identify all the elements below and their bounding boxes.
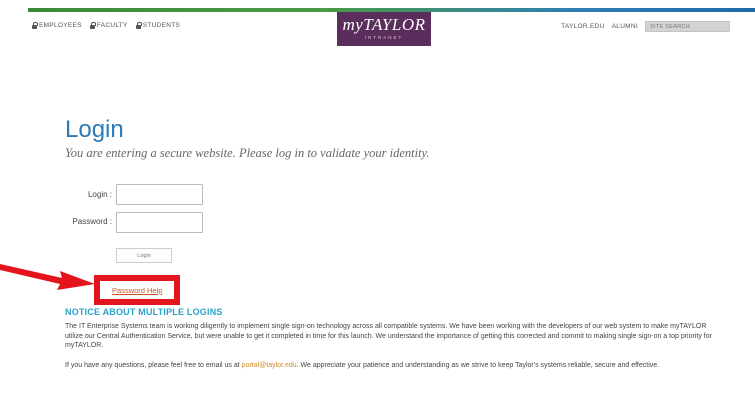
faculty-link-label: FACULTY — [96, 22, 128, 29]
password-help-link[interactable]: Password Help — [112, 286, 162, 295]
login-button[interactable]: Login — [116, 248, 172, 263]
annotation-arrow-icon — [0, 264, 95, 290]
password-label: Password : — [72, 217, 112, 226]
lock-icon — [32, 21, 38, 29]
students-link-label: STUDENTS — [142, 22, 181, 29]
page-title: Login — [65, 116, 124, 143]
right-nav: TAYLOR.EDU ALUMNI — [561, 21, 755, 32]
brand-subtitle: INTRANET — [364, 35, 404, 40]
notice-paragraph: The IT Enterprise Systems team is workin… — [65, 323, 712, 349]
employees-link-label: EMPLOYEES — [39, 22, 82, 29]
notice-contact-paragraph: If you have any questions, please feel f… — [65, 361, 725, 371]
taylor-edu-link[interactable]: TAYLOR.EDU — [561, 23, 605, 30]
brand-name: myTAYLOR — [342, 15, 426, 34]
alumni-link[interactable]: ALUMNI — [612, 23, 638, 30]
lock-icon — [135, 21, 142, 29]
notice-heading: NOTICE ABOUT MULTIPLE LOGINS — [65, 307, 223, 317]
students-link[interactable]: STUDENTS — [135, 21, 181, 29]
lock-icon — [89, 21, 96, 29]
employees-link[interactable]: EMPLOYEES — [32, 21, 82, 29]
site-search-input[interactable] — [645, 21, 730, 32]
password-input[interactable] — [116, 212, 203, 233]
faculty-link[interactable]: FACULTY — [89, 21, 128, 29]
brand-logo[interactable]: myTAYLOR INTRANET — [337, 12, 431, 46]
login-label: Login : — [87, 190, 112, 199]
login-input[interactable] — [116, 184, 203, 205]
utility-nav: EMPLOYEES FACULTY STUDENTS — [32, 21, 181, 29]
notice-contact-text: If you have any questions, please feel f… — [65, 362, 242, 369]
notice-contact-text-end: . We appreciate your patience and unders… — [296, 362, 660, 369]
email-link[interactable]: portal@taylor.edu — [242, 362, 297, 369]
page-subtitle: You are entering a secure website. Pleas… — [65, 146, 430, 160]
